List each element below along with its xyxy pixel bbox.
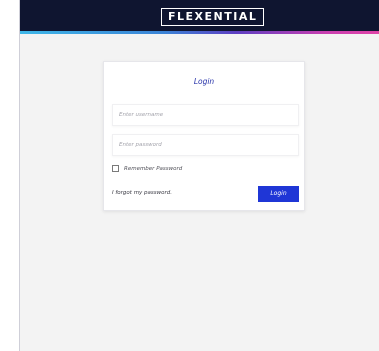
remember-password-row[interactable]: Remember Password <box>112 165 182 172</box>
login-card: Login Remember Password I forgot my pass… <box>103 61 305 211</box>
forgot-password-link[interactable]: I forgot my password. <box>112 190 172 196</box>
top-header-bar: FLEXENTIAL <box>20 0 379 31</box>
password-input[interactable] <box>112 134 299 156</box>
login-title: Login <box>193 77 215 86</box>
page-viewport: FLEXENTIAL Login Remember Password I for… <box>19 0 379 351</box>
flexential-logo: FLEXENTIAL <box>161 8 265 26</box>
remember-password-label: Remember Password <box>124 165 183 172</box>
header-accent-line <box>20 31 379 34</box>
login-button[interactable]: Login <box>258 186 299 202</box>
username-input[interactable] <box>112 104 299 126</box>
remember-password-checkbox[interactable] <box>112 165 119 172</box>
